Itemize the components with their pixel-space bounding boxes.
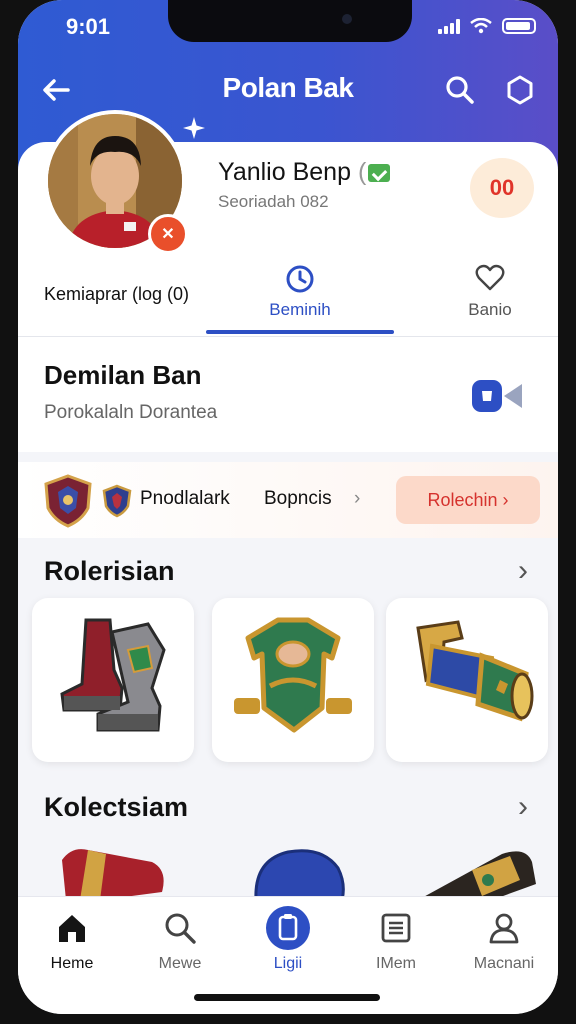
collection-cards <box>32 840 558 900</box>
nav-item-search[interactable]: Mewe <box>130 911 230 973</box>
tab-underline <box>206 330 394 334</box>
wifi-icon <box>470 18 492 34</box>
promo-row: Pnodlalark Bopncis › Rolechin › <box>18 462 558 538</box>
user-name: Yanlio Benp ( <box>218 158 391 187</box>
promo-label-b[interactable]: Bopncis <box>264 488 332 510</box>
list-icon <box>381 913 411 943</box>
nav-label: IMem <box>376 955 416 972</box>
profile-tabs: Kemiaprar (log (0) Beminih Banio <box>18 262 558 340</box>
tab-left-label[interactable]: Kemiaprar (log (0) <box>44 284 189 305</box>
chevron-right-icon[interactable]: › <box>518 554 528 588</box>
nav-item-home[interactable]: Heme <box>22 911 122 973</box>
chevron-right-icon[interactable]: › <box>518 790 528 824</box>
status-icons <box>438 18 536 34</box>
battery-icon <box>502 18 536 34</box>
item-card[interactable] <box>212 598 374 762</box>
tab-active[interactable]: Beminih <box>206 262 394 336</box>
search-icon <box>165 913 196 944</box>
bracer-icon <box>416 620 534 722</box>
home-icon <box>59 915 85 942</box>
nav-label: Macnani <box>473 955 535 972</box>
promo-label-a[interactable]: Pnodlalark <box>140 488 230 510</box>
tab-active-label: Beminih <box>269 300 331 319</box>
section-header-title: Demilan Ban <box>44 360 202 390</box>
section-title: Rolerisian <box>44 556 175 586</box>
notch <box>168 0 412 42</box>
status-time: 9:01 <box>66 14 111 39</box>
nav-item-active[interactable]: Ligii <box>238 906 338 973</box>
home-indicator <box>194 994 380 1001</box>
page-title: Polan Bak <box>222 72 354 103</box>
section-header[interactable]: Demilan Ban Porokalaln Dorantea <box>18 338 558 450</box>
section-header-subtitle: Porokalaln Dorantea <box>44 402 218 423</box>
phone-frame: 9:01 Polan Bak ✕ Yanlio Benp (Seoriadah… <box>0 0 576 1024</box>
clock-icon <box>286 265 314 293</box>
item-cards <box>32 598 558 764</box>
chevron-right-icon: › <box>354 488 361 509</box>
settings-icon[interactable] <box>504 74 536 106</box>
item-card[interactable] <box>32 598 194 762</box>
promo-button[interactable]: Rolechin › <box>396 476 540 524</box>
search-icon[interactable] <box>444 74 476 106</box>
armor-icon <box>234 617 352 733</box>
user-subtitle: Seoriadah 082 <box>218 192 329 211</box>
heart-icon <box>475 264 505 291</box>
section-title-row[interactable]: Kolectsiam › <box>18 788 558 828</box>
collection-items-icon[interactable] <box>32 840 558 900</box>
nav-item-profile[interactable]: Macnani <box>454 911 554 973</box>
nav-label: Ligii <box>273 955 303 972</box>
avatar-badge-icon: ✕ <box>148 214 188 254</box>
nav-label: Heme <box>50 955 94 972</box>
tab-inactive-label: Banio <box>468 300 512 319</box>
app-screen: 9:01 Polan Bak ✕ Yanlio Benp (Seoriadah… <box>18 0 558 1014</box>
user-icon <box>489 913 519 944</box>
camera-badge-icon[interactable] <box>470 374 530 418</box>
signal-icon <box>438 18 460 34</box>
verified-icon <box>368 164 391 183</box>
divider <box>18 336 558 337</box>
section-title-row[interactable]: Rolerisian › <box>18 552 558 592</box>
shield-crest-icon <box>44 474 92 528</box>
boots-icon <box>60 618 166 732</box>
item-card[interactable] <box>386 598 548 762</box>
nav-label: Mewe <box>158 955 202 972</box>
tab-inactive[interactable]: Banio <box>450 262 530 336</box>
shield-small-icon <box>102 484 132 518</box>
clipboard-icon <box>266 906 310 950</box>
sparkle-icon <box>183 117 205 139</box>
section-title: Kolectsiam <box>44 792 189 822</box>
score-badge[interactable]: 00 <box>470 158 534 218</box>
nav-item-list[interactable]: IMem <box>346 911 446 973</box>
